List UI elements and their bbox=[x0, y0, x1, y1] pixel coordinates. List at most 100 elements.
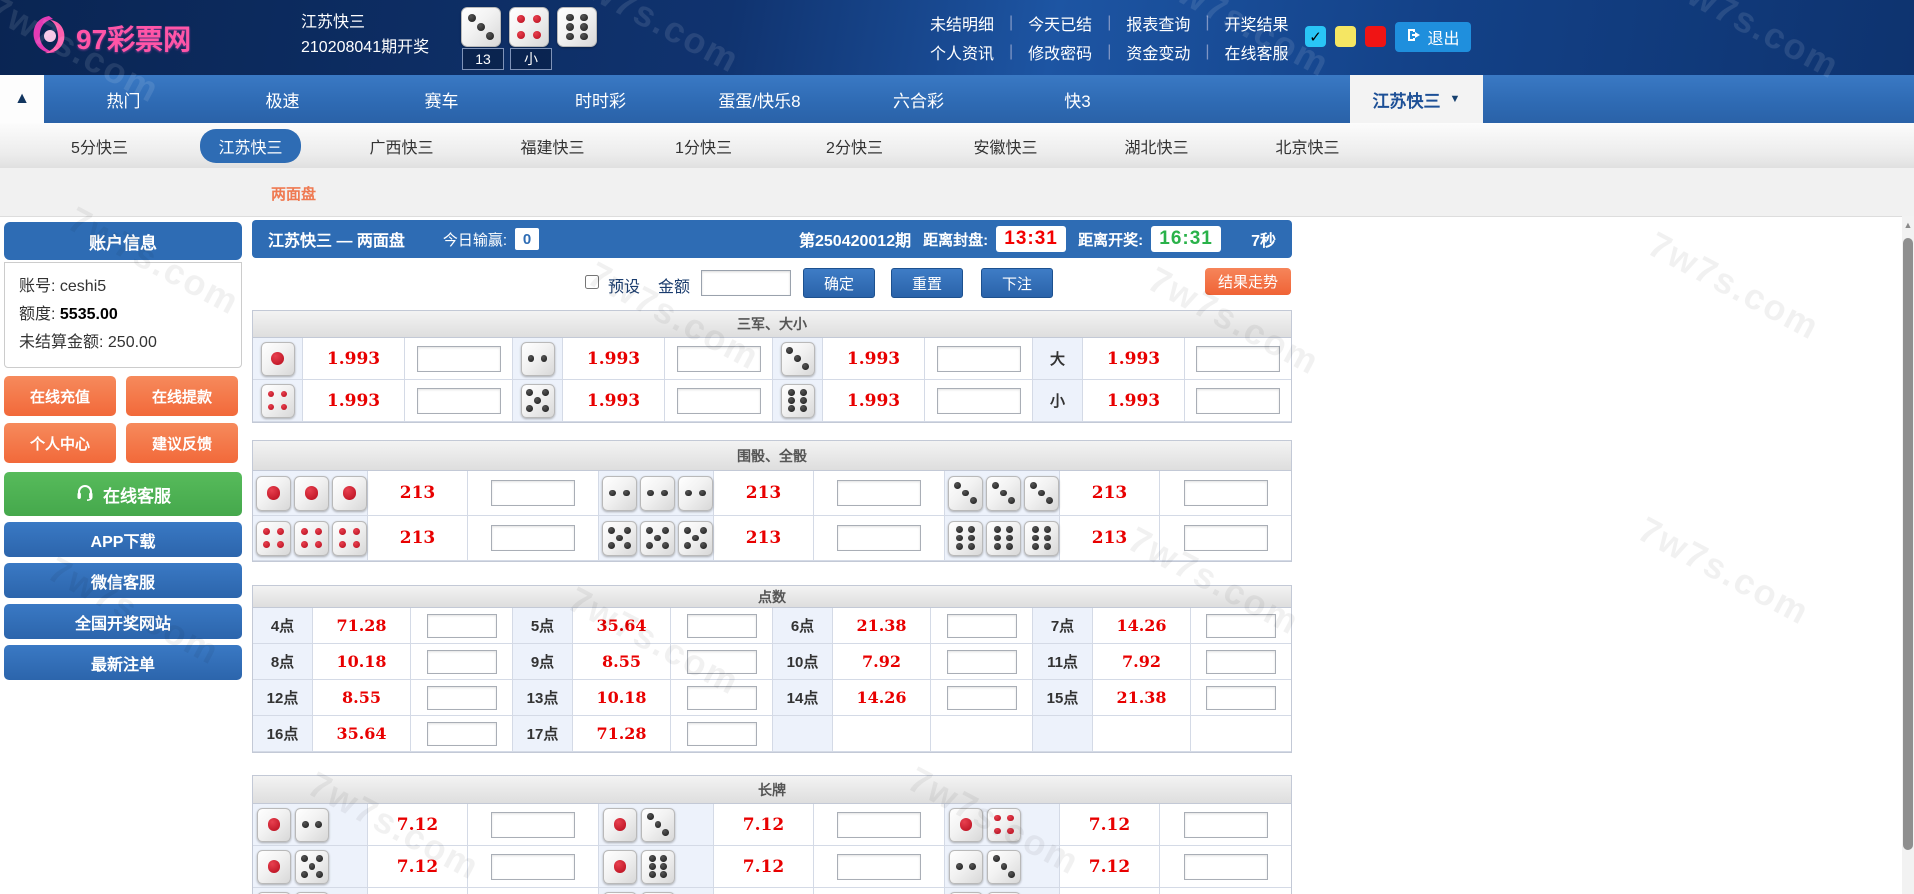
sidebar-orange-button-1[interactable]: 在线充值 bbox=[4, 376, 116, 416]
sidebar-orange-buttons: 在线充值在线提款个人中心建议反馈 bbox=[4, 376, 242, 463]
bet-amount-input[interactable] bbox=[687, 614, 757, 638]
bet-amount-input[interactable] bbox=[687, 722, 757, 746]
header-link-1[interactable]: 个人资讯 bbox=[930, 40, 994, 64]
die-pip bbox=[316, 871, 323, 878]
bet-amount-input[interactable] bbox=[427, 722, 497, 746]
balance-row: 额度: 5535.00 bbox=[19, 301, 227, 329]
bet-amount-input[interactable] bbox=[427, 650, 497, 674]
subnav-item-4[interactable]: 福建快三 bbox=[477, 123, 628, 168]
bet-amount-input[interactable] bbox=[1206, 614, 1276, 638]
bet-odds: 21.38 bbox=[833, 608, 931, 644]
header-link-1[interactable]: 未结明细 bbox=[930, 11, 994, 35]
sidebar-blue-button-3[interactable]: 全国开奖网站 bbox=[4, 604, 242, 639]
bet-amount-input[interactable] bbox=[417, 346, 501, 372]
subnav-item-8[interactable]: 湖北快三 bbox=[1081, 123, 1232, 168]
bet-amount-input[interactable] bbox=[1196, 346, 1280, 372]
scrollbar-thumb[interactable] bbox=[1903, 238, 1913, 850]
bet-amount-input[interactable] bbox=[1206, 650, 1276, 674]
header-link-4[interactable]: 开奖结果 bbox=[1225, 11, 1289, 35]
bet-amount-input[interactable] bbox=[1184, 525, 1268, 551]
scrollbar[interactable]: ▲ bbox=[1902, 216, 1914, 894]
bet-amount-input[interactable] bbox=[687, 686, 757, 710]
logout-button[interactable]: 退出 bbox=[1395, 22, 1471, 52]
bet-dice-cell bbox=[945, 846, 1060, 888]
open-timer-value: 16:31 bbox=[1151, 226, 1221, 252]
bet-amount-input[interactable] bbox=[947, 686, 1017, 710]
die-6-icon bbox=[641, 850, 675, 884]
nav-item-4[interactable]: 时时彩 bbox=[521, 75, 680, 123]
die-pip bbox=[477, 23, 485, 31]
bet-amount-input[interactable] bbox=[491, 480, 575, 506]
subnav-item-7[interactable]: 安徽快三 bbox=[930, 123, 1081, 168]
header-link-3[interactable]: 报表查询 bbox=[1126, 11, 1190, 35]
subnav-item-9[interactable]: 北京快三 bbox=[1232, 123, 1383, 168]
die-pip bbox=[1008, 497, 1015, 504]
nav-item-1[interactable]: 热门 bbox=[44, 75, 203, 123]
theme-square-2[interactable] bbox=[1335, 26, 1356, 47]
bet-amount-input[interactable] bbox=[937, 388, 1021, 414]
bet-amount-input[interactable] bbox=[837, 525, 921, 551]
header-link-3[interactable]: 资金变动 bbox=[1126, 40, 1190, 64]
current-period: 第250420012期 bbox=[799, 227, 911, 251]
bet-amount-input[interactable] bbox=[1184, 854, 1268, 880]
theme-square-1[interactable]: ✓ bbox=[1305, 26, 1326, 47]
bet-amount-input[interactable] bbox=[417, 388, 501, 414]
bet-amount-input[interactable] bbox=[837, 480, 921, 506]
preset-checkbox[interactable] bbox=[585, 275, 599, 289]
sidebar-blue-button-1[interactable]: APP下载 bbox=[4, 522, 242, 557]
nav-collapse-button[interactable]: ▲ bbox=[0, 75, 44, 123]
nav-item-5[interactable]: 蛋蛋/快乐8 bbox=[680, 75, 839, 123]
bet-amount-input[interactable] bbox=[491, 854, 575, 880]
bet-amount-input[interactable] bbox=[1184, 480, 1268, 506]
sidebar-orange-button-2[interactable]: 在线提款 bbox=[126, 376, 238, 416]
bet-amount-input[interactable] bbox=[1184, 812, 1268, 838]
sidebar-blue-button-4[interactable]: 最新注单 bbox=[4, 645, 242, 680]
bet-amount-input[interactable] bbox=[677, 346, 761, 372]
bet-amount-input[interactable] bbox=[947, 614, 1017, 638]
lottery-dropdown[interactable]: 江苏快三 ▼ bbox=[1350, 75, 1483, 123]
theme-color-squares: ✓ bbox=[1305, 26, 1386, 47]
sidebar-orange-button-4[interactable]: 建议反馈 bbox=[126, 423, 238, 463]
bet-amount-input[interactable] bbox=[1206, 686, 1276, 710]
logo[interactable]: 97彩票网 bbox=[28, 12, 191, 63]
bet-amount-input[interactable] bbox=[837, 812, 921, 838]
tab-two-face[interactable]: 两面盘 bbox=[271, 183, 316, 204]
bet-button[interactable]: 下注 bbox=[981, 268, 1053, 298]
open-timer-label: 距离开奖: bbox=[1078, 229, 1143, 250]
bet-amount-input[interactable] bbox=[687, 650, 757, 674]
bet-dice-cell bbox=[253, 888, 368, 894]
subnav-item-1[interactable]: 5分快三 bbox=[24, 123, 175, 168]
bet-amount-input[interactable] bbox=[937, 346, 1021, 372]
bet-amount-input[interactable] bbox=[427, 686, 497, 710]
sidebar-blue-button-2[interactable]: 微信客服 bbox=[4, 563, 242, 598]
subnav-item-6[interactable]: 2分快三 bbox=[779, 123, 930, 168]
header-link-2[interactable]: 修改密码 bbox=[1028, 40, 1092, 64]
amount-input[interactable] bbox=[701, 270, 791, 296]
bet-amount-input[interactable] bbox=[837, 854, 921, 880]
result-trend-button[interactable]: 结果走势 bbox=[1205, 268, 1291, 295]
bet-amount-input[interactable] bbox=[427, 614, 497, 638]
bet-amount-input[interactable] bbox=[491, 812, 575, 838]
bet-odds: 1.993 bbox=[823, 380, 925, 422]
scrollbar-up-icon[interactable]: ▲ bbox=[1902, 220, 1914, 230]
bet-amount-input[interactable] bbox=[491, 525, 575, 551]
online-service-button[interactable]: 在线客服 bbox=[4, 472, 242, 516]
nav-item-2[interactable]: 极速 bbox=[203, 75, 362, 123]
bet-amount-input[interactable] bbox=[947, 650, 1017, 674]
reset-button[interactable]: 重置 bbox=[891, 268, 963, 298]
header-link-4[interactable]: 在线客服 bbox=[1225, 40, 1289, 64]
subnav-item-3[interactable]: 广西快三 bbox=[326, 123, 477, 168]
bet-amount-input[interactable] bbox=[1196, 388, 1280, 414]
bet-amount-input[interactable] bbox=[677, 388, 761, 414]
theme-square-3[interactable] bbox=[1365, 26, 1386, 47]
die-pip bbox=[1044, 526, 1051, 533]
confirm-button[interactable]: 确定 bbox=[803, 268, 875, 298]
nav-item-6[interactable]: 六合彩 bbox=[839, 75, 998, 123]
header-link-2[interactable]: 今天已结 bbox=[1028, 11, 1092, 35]
subnav-item-5[interactable]: 1分快三 bbox=[628, 123, 779, 168]
die-pip bbox=[281, 404, 288, 411]
nav-item-3[interactable]: 赛车 bbox=[362, 75, 521, 123]
sidebar-orange-button-3[interactable]: 个人中心 bbox=[4, 423, 116, 463]
nav-item-7[interactable]: 快3 bbox=[998, 75, 1157, 123]
subnav-item-2[interactable]: 江苏快三 bbox=[175, 123, 326, 168]
